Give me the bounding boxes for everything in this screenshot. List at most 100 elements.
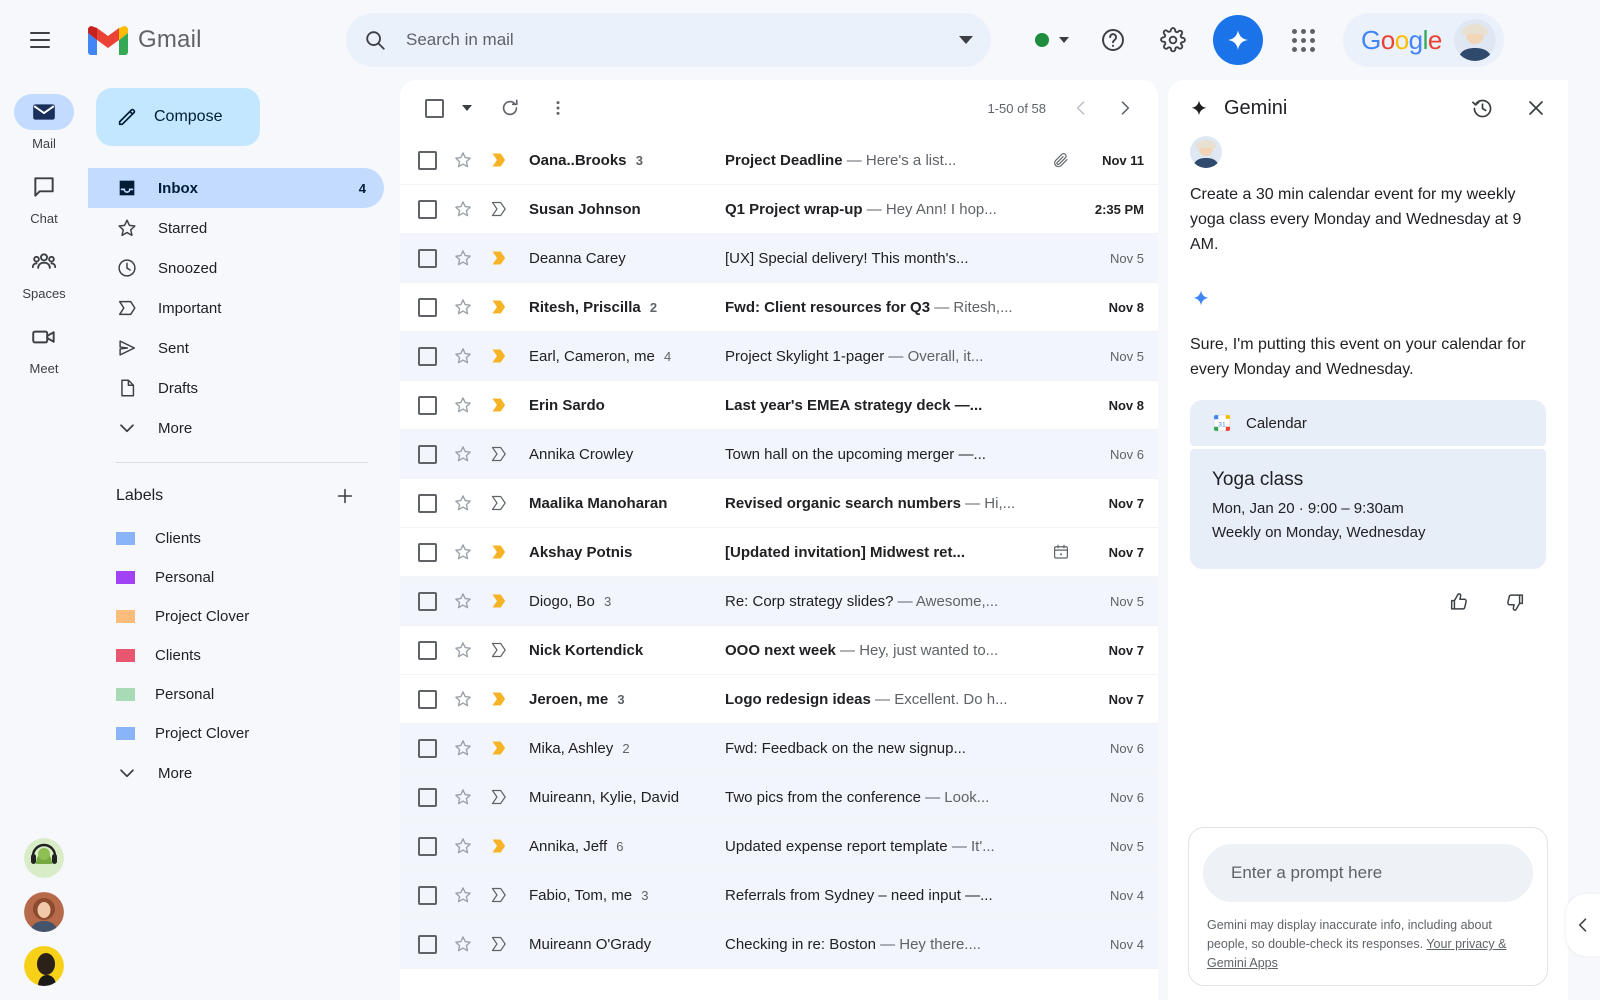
email-row[interactable]: Muireann O'GradyChecking in re: Boston —… (400, 920, 1158, 969)
refresh-button[interactable] (490, 88, 530, 128)
important-marker[interactable] (489, 591, 509, 611)
important-marker[interactable] (489, 395, 509, 415)
email-checkbox[interactable] (418, 886, 437, 905)
compose-button[interactable]: Compose (96, 88, 260, 146)
important-marker[interactable] (489, 493, 509, 513)
select-all-checkbox[interactable] (414, 88, 454, 128)
email-checkbox[interactable] (418, 935, 437, 954)
sidebar-item-meet[interactable]: Meet (10, 319, 78, 376)
email-checkbox[interactable] (418, 494, 437, 513)
email-checkbox[interactable] (418, 151, 437, 170)
sidebar-label-clients-red[interactable]: Clients (88, 636, 384, 675)
sidebar-item-important[interactable]: Important (88, 288, 384, 328)
gmail-brand[interactable]: Gmail (76, 25, 320, 56)
star-button[interactable] (453, 297, 473, 317)
email-row[interactable]: Muireann, Kylie, DavidTwo pics from the … (400, 773, 1158, 822)
email-row[interactable]: Diogo, Bo 3Re: Corp strategy slides? — A… (400, 577, 1158, 626)
email-row[interactable]: Mika, Ashley 2Fwd: Feedback on the new s… (400, 724, 1158, 773)
star-button[interactable] (453, 591, 473, 611)
sidebar-item-chat[interactable]: Chat (10, 169, 78, 226)
email-checkbox[interactable] (418, 298, 437, 317)
email-row[interactable]: Fabio, Tom, me 3Referrals from Sydney – … (400, 871, 1158, 920)
sidebar-label-clients-blue[interactable]: Clients (88, 519, 384, 558)
star-button[interactable] (453, 885, 473, 905)
important-marker[interactable] (489, 934, 509, 954)
star-button[interactable] (453, 836, 473, 856)
sidebar-label-project-clover-orange[interactable]: Project Clover (88, 597, 384, 636)
sidebar-item-inbox[interactable]: Inbox 4 (88, 168, 384, 208)
email-row[interactable]: Susan JohnsonQ1 Project wrap-up — Hey An… (400, 185, 1158, 234)
star-button[interactable] (453, 689, 473, 709)
email-checkbox[interactable] (418, 543, 437, 562)
add-label-button[interactable] (328, 479, 362, 513)
email-row[interactable]: Jeroen, me 3Logo redesign ideas — Excell… (400, 675, 1158, 724)
thumbs-down-button[interactable] (1496, 583, 1534, 621)
rail-avatar-1[interactable] (24, 838, 64, 878)
email-row[interactable]: Annika CrowleyTown hall on the upcoming … (400, 430, 1158, 479)
status-menu[interactable] (1021, 33, 1083, 47)
next-page-button[interactable] (1106, 89, 1144, 127)
email-checkbox[interactable] (418, 641, 437, 660)
email-checkbox[interactable] (418, 837, 437, 856)
star-button[interactable] (453, 787, 473, 807)
star-button[interactable] (453, 738, 473, 758)
rail-avatar-2[interactable] (24, 892, 64, 932)
email-row[interactable]: Maalika ManoharanRevised organic search … (400, 479, 1158, 528)
important-marker[interactable] (489, 738, 509, 758)
star-button[interactable] (453, 395, 473, 415)
search-input[interactable] (386, 30, 959, 50)
important-marker[interactable] (489, 689, 509, 709)
important-marker[interactable] (489, 640, 509, 660)
important-marker[interactable] (489, 885, 509, 905)
email-checkbox[interactable] (418, 690, 437, 709)
avatar[interactable] (1454, 19, 1496, 61)
sidebar-item-snoozed[interactable]: Snoozed (88, 248, 384, 288)
email-row[interactable]: Ritesh, Priscilla 2Fwd: Client resources… (400, 283, 1158, 332)
sidebar-label-personal-purple[interactable]: Personal (88, 558, 384, 597)
help-button[interactable] (1089, 16, 1137, 64)
email-checkbox[interactable] (418, 347, 437, 366)
email-row[interactable]: Annika, Jeff 6Updated expense report tem… (400, 822, 1158, 871)
email-row[interactable]: Deanna Carey[UX] Special delivery! This … (400, 234, 1158, 283)
star-button[interactable] (453, 542, 473, 562)
search-options-chevron-down-icon[interactable] (959, 36, 973, 44)
gemini-calendar-event-card[interactable]: Yoga class Mon, Jan 20 · 9:00 – 9:30am W… (1190, 449, 1546, 569)
star-button[interactable] (453, 346, 473, 366)
gemini-card-app-header[interactable]: 31 Calendar (1190, 400, 1546, 446)
account-chip[interactable]: Google (1343, 13, 1504, 67)
gemini-history-button[interactable] (1462, 88, 1502, 128)
email-row[interactable]: Nick KortendickOOO next week — Hey, just… (400, 626, 1158, 675)
rail-avatar-3[interactable] (24, 946, 64, 986)
more-options-button[interactable] (538, 88, 578, 128)
important-marker[interactable] (489, 542, 509, 562)
email-checkbox[interactable] (418, 592, 437, 611)
thumbs-up-button[interactable] (1440, 583, 1478, 621)
sidebar-item-mail[interactable]: Mail (10, 94, 78, 151)
gemini-button[interactable] (1213, 15, 1263, 65)
important-marker[interactable] (489, 297, 509, 317)
sidebar-labels-more[interactable]: More (88, 753, 384, 793)
sidebar-item-spaces[interactable]: Spaces (10, 244, 78, 301)
settings-button[interactable] (1149, 16, 1197, 64)
sidebar-label-personal-green[interactable]: Personal (88, 675, 384, 714)
email-row[interactable]: Oana..Brooks 3Project Deadline — Here's … (400, 136, 1158, 185)
star-button[interactable] (453, 934, 473, 954)
email-checkbox[interactable] (418, 445, 437, 464)
email-checkbox[interactable] (418, 396, 437, 415)
sidebar-item-starred[interactable]: Starred (88, 208, 384, 248)
star-button[interactable] (453, 150, 473, 170)
gemini-prompt-input[interactable] (1203, 844, 1533, 902)
sidebar-item-drafts[interactable]: Drafts (88, 368, 384, 408)
gemini-close-button[interactable] (1516, 88, 1556, 128)
important-marker[interactable] (489, 836, 509, 856)
star-button[interactable] (453, 248, 473, 268)
sidebar-item-sent[interactable]: Sent (88, 328, 384, 368)
collapse-panel-button[interactable] (1566, 894, 1600, 956)
google-apps-button[interactable] (1279, 16, 1327, 64)
important-marker[interactable] (489, 150, 509, 170)
email-checkbox[interactable] (418, 788, 437, 807)
sidebar-label-project-clover-blue[interactable]: Project Clover (88, 714, 384, 753)
sidebar-item-more[interactable]: More (88, 408, 384, 448)
important-marker[interactable] (489, 444, 509, 464)
select-dropdown-button[interactable] (454, 88, 480, 128)
